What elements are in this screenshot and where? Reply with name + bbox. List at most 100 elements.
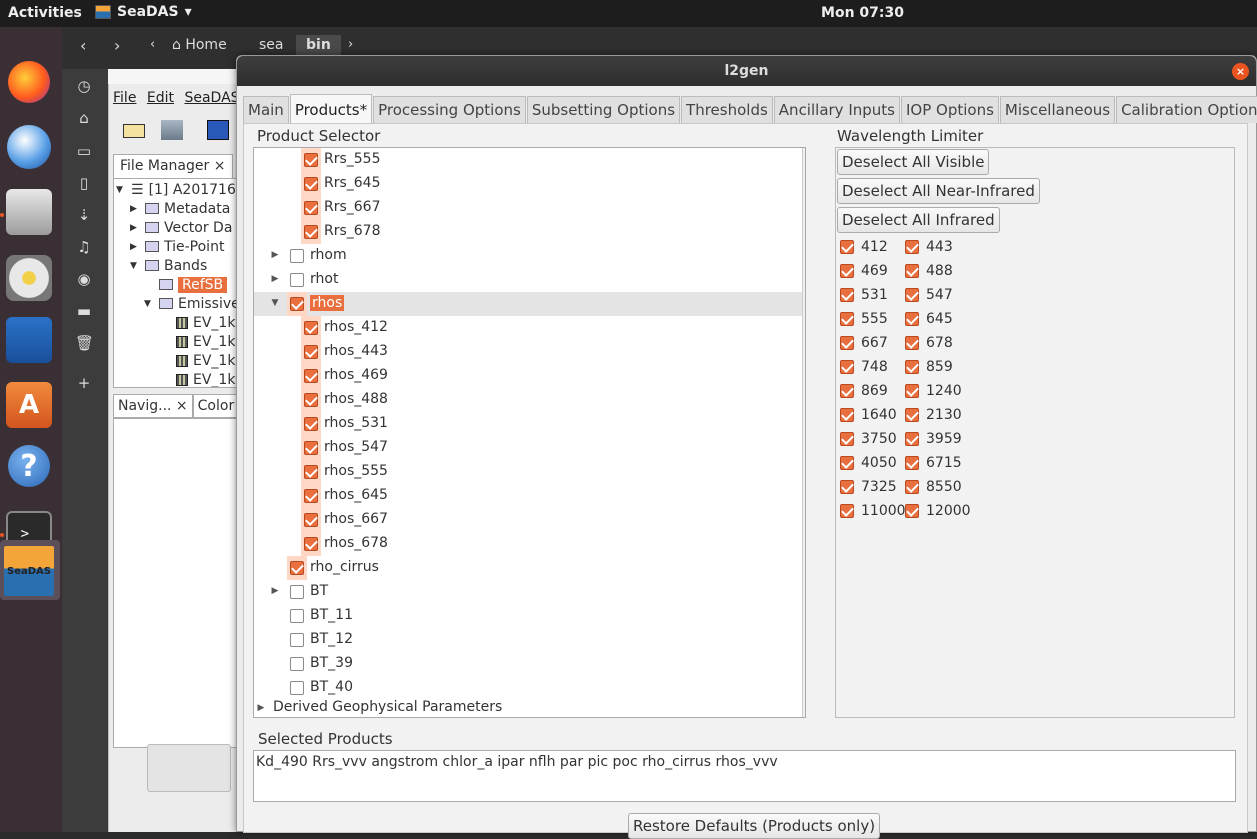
product-row[interactable]: rhos_547 — [254, 436, 802, 460]
product-checkbox[interactable] — [304, 345, 318, 359]
menu-file[interactable]: File — [113, 90, 136, 106]
checkbox[interactable] — [905, 360, 919, 374]
add-location-icon[interactable]: + — [75, 374, 93, 392]
product-row[interactable]: Rrs_645 — [254, 172, 802, 196]
product-row[interactable]: rhos_443 — [254, 340, 802, 364]
checkbox[interactable] — [905, 408, 919, 422]
product-checkbox[interactable] — [290, 681, 304, 695]
tree-band[interactable]: EV_1k — [176, 370, 235, 387]
product-row[interactable]: rhos_667 — [254, 508, 802, 532]
checkbox[interactable] — [905, 288, 919, 302]
help-icon[interactable]: ? — [8, 445, 50, 487]
checkbox[interactable] — [905, 264, 919, 278]
product-checkbox[interactable] — [290, 273, 304, 287]
tree-tiepoint[interactable]: ▶ Tie-Point — [130, 237, 224, 256]
collapse-icon[interactable]: ▶ — [270, 586, 280, 596]
thunderbird-icon[interactable] — [7, 125, 51, 169]
product-row[interactable]: Rrs_555 — [254, 148, 802, 172]
checkbox[interactable] — [840, 336, 854, 350]
crumb-home[interactable]: ⌂ Home — [172, 37, 227, 53]
close-icon[interactable]: × — [1232, 63, 1249, 80]
folder-icon[interactable]: ▭ — [75, 142, 93, 160]
forward-button[interactable]: › — [114, 36, 120, 55]
tree-emissive[interactable]: ▼ Emissive — [144, 294, 240, 313]
tab-color[interactable]: Color — [192, 394, 240, 418]
navigation-control[interactable] — [147, 744, 231, 792]
product-row[interactable]: rhos_531 — [254, 412, 802, 436]
product-checkbox[interactable] — [290, 633, 304, 647]
deselect-all-infrared-button[interactable]: Deselect All Infrared — [837, 207, 1000, 233]
tree-metadata[interactable]: ▶ Metadata — [130, 199, 230, 218]
product-row[interactable]: ▶ BT — [254, 580, 802, 604]
tree-vector[interactable]: ▶ Vector Da — [130, 218, 232, 237]
product-checkbox[interactable] — [304, 417, 318, 431]
tree-band[interactable]: EV_1k — [176, 332, 235, 351]
product-checkbox[interactable] — [304, 441, 318, 455]
checkbox[interactable] — [840, 384, 854, 398]
checkbox[interactable] — [840, 264, 854, 278]
tab-miscellaneous[interactable]: Miscellaneous — [999, 96, 1116, 123]
product-checkbox[interactable] — [290, 609, 304, 623]
files-icon[interactable] — [6, 189, 52, 235]
video-icon[interactable]: ▬ — [75, 302, 93, 320]
product-list-scrollbar[interactable]: ▲ ▼ — [802, 148, 805, 717]
camera-icon[interactable]: ◉ — [75, 270, 93, 288]
back-button[interactable]: ‹ — [80, 36, 86, 55]
product-row[interactable]: rhos_555 — [254, 460, 802, 484]
band-maths-icon[interactable] — [207, 120, 229, 140]
tab-processing-options[interactable]: Processing Options — [373, 96, 526, 123]
product-row[interactable]: BT_39 — [254, 652, 802, 676]
collapse-icon[interactable]: ▶ — [270, 274, 280, 284]
deselect-all-near-infrared-button[interactable]: Deselect All Near-Infrared — [837, 178, 1040, 204]
product-checkbox[interactable] — [304, 537, 318, 551]
tab-subsetting-options[interactable]: Subsetting Options — [526, 96, 681, 123]
checkbox[interactable] — [840, 288, 854, 302]
checkbox[interactable] — [905, 456, 919, 470]
tree-band[interactable]: EV_1k — [176, 351, 235, 370]
checkbox[interactable] — [840, 432, 854, 446]
product-checkbox[interactable] — [304, 369, 318, 383]
product-row[interactable]: Rrs_667 — [254, 196, 802, 220]
derived-parameters-row[interactable]: ▶ Derived Geophysical Parameters — [254, 696, 802, 717]
ubuntu-software-icon[interactable]: A — [6, 382, 52, 428]
product-checkbox[interactable] — [290, 585, 304, 599]
checkbox[interactable] — [840, 312, 854, 326]
trash-icon[interactable]: 🗑 — [75, 334, 94, 352]
checkbox[interactable] — [840, 456, 854, 470]
menu-edit[interactable]: Edit — [147, 90, 174, 106]
product-row[interactable]: ▶ rhot — [254, 268, 802, 292]
checkbox[interactable] — [840, 504, 854, 518]
tab-navigation[interactable]: Navig... × — [113, 394, 193, 418]
deselect-all-visible-button[interactable]: Deselect All Visible — [837, 149, 990, 175]
clock[interactable]: Mon 07:30 — [0, 5, 1257, 21]
collapse-icon[interactable]: ▶ — [256, 703, 266, 713]
product-checkbox[interactable] — [304, 201, 318, 215]
tree-band[interactable]: EV_1k — [176, 313, 235, 332]
product-checkbox[interactable] — [304, 489, 318, 503]
checkbox[interactable] — [840, 480, 854, 494]
product-checkbox[interactable] — [290, 297, 304, 311]
tab-iop-options[interactable]: IOP Options — [900, 96, 999, 123]
tree-bands[interactable]: ▼ Bands — [130, 256, 207, 275]
checkbox[interactable] — [840, 360, 854, 374]
tab-thresholds[interactable]: Thresholds — [681, 96, 773, 123]
product-row[interactable]: rho_cirrus — [254, 556, 802, 580]
product-row[interactable]: rhos_645 — [254, 484, 802, 508]
checkbox[interactable] — [905, 240, 919, 254]
product-row[interactable]: ▶ rhom — [254, 244, 802, 268]
firefox-icon[interactable] — [8, 61, 50, 103]
open-folder-icon[interactable] — [123, 124, 145, 138]
product-row[interactable]: BT_11 — [254, 604, 802, 628]
document-icon[interactable]: ▯ — [75, 174, 93, 192]
product-row[interactable]: rhos_488 — [254, 388, 802, 412]
tab-main[interactable]: Main — [243, 96, 289, 123]
product-row[interactable]: rhos_469 — [254, 364, 802, 388]
checkbox[interactable] — [905, 336, 919, 350]
product-row[interactable]: Rrs_678 — [254, 220, 802, 244]
product-checkbox[interactable] — [304, 321, 318, 335]
tab-file-manager[interactable]: File Manager × — [113, 154, 233, 178]
checkbox[interactable] — [905, 312, 919, 326]
product-row[interactable]: rhos_678 — [254, 532, 802, 556]
menu-seadas[interactable]: SeaDAS — [184, 90, 239, 106]
checkbox[interactable] — [905, 432, 919, 446]
